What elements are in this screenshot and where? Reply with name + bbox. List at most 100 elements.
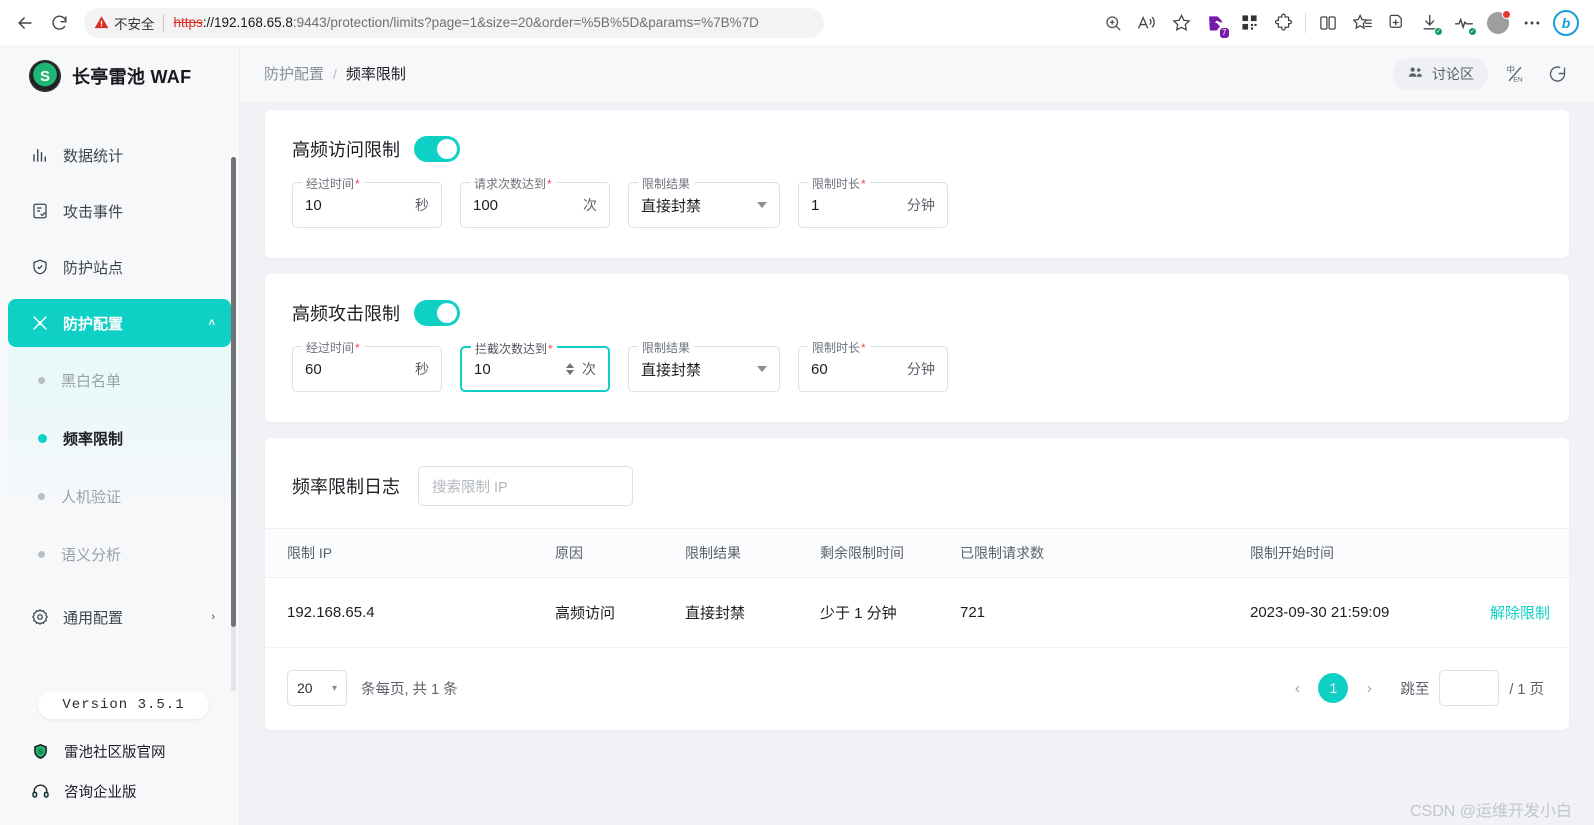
qr-code-icon[interactable]	[1233, 7, 1265, 39]
sidebar-item-attack-events[interactable]: 攻击事件	[8, 187, 231, 235]
sidebar-item-rate-limit[interactable]: 频率限制	[8, 409, 231, 467]
stepper-up-icon[interactable]	[566, 363, 574, 368]
field-label: 限制结果	[638, 339, 695, 356]
document-check-icon	[30, 202, 49, 221]
limit-result-select[interactable]: 限制结果 直接封禁	[628, 175, 780, 228]
search-ip-input[interactable]: 搜索限制 IP	[418, 466, 633, 506]
sidebar-item-data-statistics[interactable]: 数据统计	[8, 131, 231, 179]
ellipsis-icon[interactable]	[1516, 7, 1548, 39]
sidebar-item-label: 通用配置	[63, 609, 124, 627]
address-bar[interactable]: 不安全 https://192.168.65.8:9443/protection…	[84, 7, 824, 38]
chevron-down-icon: ▾	[331, 682, 337, 694]
back-arrow-icon[interactable]	[8, 6, 42, 40]
sidebar-item-label: 防护站点	[63, 259, 124, 277]
footer-link-label: 咨询企业版	[64, 784, 137, 801]
footer-link-enterprise-consult[interactable]: 咨询企业版	[0, 771, 239, 811]
favorites-icon[interactable]	[1346, 7, 1378, 39]
field-unit: 秒	[415, 197, 429, 213]
bullet-icon	[38, 492, 45, 500]
card-title: 高频访问限制	[292, 140, 400, 160]
sidebar-subitem-label: 频率限制	[63, 430, 124, 448]
copilot-icon[interactable]: b	[1550, 7, 1582, 39]
cell-remaining: 少于 1 分钟	[820, 577, 960, 648]
field-label: 经过时间*	[302, 175, 364, 192]
field-label: 限制时长*	[808, 339, 870, 356]
jump-to-input[interactable]	[1439, 670, 1500, 706]
breadcrumb-parent[interactable]: 防护配置	[264, 63, 324, 84]
app-root: S 长亭雷池 WAF 数据统计 攻击事件 防护站点 防护配置 ˄ 黑白名单 频率…	[0, 45, 1594, 825]
request-count-field[interactable]: 请求次数达到* 100 次	[460, 175, 610, 228]
page-number-1[interactable]: 1	[1318, 673, 1349, 703]
url-path: :9443/protection/limits?page=1&size=20&o…	[292, 15, 759, 30]
next-page-button[interactable]: ›	[1358, 680, 1380, 697]
sidebar-subitem-label: 人机验证	[61, 488, 122, 506]
number-stepper[interactable]: 次	[566, 359, 596, 379]
sidebar-submenu: 黑白名单 频率限制 人机验证 语义分析	[8, 347, 231, 585]
not-secure-warning-icon	[94, 15, 109, 30]
sidebar-item-protection-config[interactable]: 防护配置 ˄	[8, 299, 231, 347]
people-icon	[1407, 64, 1424, 84]
logout-icon[interactable]	[1542, 59, 1572, 89]
required-marker: *	[547, 177, 552, 191]
avatar[interactable]	[1482, 7, 1514, 39]
field-label: 请求次数达到*	[470, 175, 556, 192]
version-badge: Version 3.5.1	[38, 691, 209, 719]
limit-duration-field[interactable]: 限制时长* 60 分钟	[798, 339, 948, 392]
footer-link-community-site[interactable]: S 雷池社区版官网	[0, 731, 239, 771]
field-value: 直接封禁	[641, 197, 702, 215]
sidebar-item-human-verification[interactable]: 人机验证	[8, 467, 231, 525]
release-limit-link[interactable]: 解除限制	[1490, 605, 1550, 622]
brand[interactable]: S 长亭雷池 WAF	[0, 45, 239, 107]
card-fields: 经过时间* 60 秒 拦截次数达到* 10 次 限制结果 直接封禁 限制时长* …	[265, 326, 1569, 422]
url-protocol: https	[173, 15, 203, 30]
column-header-ip: 限制 IP	[265, 528, 555, 578]
prev-page-button[interactable]: ‹	[1286, 680, 1308, 697]
field-value: 100	[473, 196, 499, 214]
pagination-controls: ‹ 1 › 跳至 / 1 页	[1286, 670, 1544, 706]
performance-icon[interactable]: ✓	[1448, 7, 1480, 39]
sidebar-item-blacklist-whitelist[interactable]: 黑白名单	[8, 351, 231, 409]
reload-icon[interactable]	[42, 6, 76, 40]
zoom-in-icon[interactable]	[1097, 7, 1129, 39]
field-label: 拦截次数达到*	[471, 340, 557, 357]
cell-reason: 高频访问	[555, 577, 685, 648]
pagination: 20 ▾ 条每页, 共 1 条 ‹ 1 › 跳至 / 1 页	[265, 648, 1569, 730]
star-icon[interactable]	[1165, 7, 1197, 39]
sidebar-footer: Version 3.5.1 S 雷池社区版官网 咨询企业版	[0, 691, 239, 825]
table-row[interactable]: 192.168.65.4 高频访问 直接封禁 少于 1 分钟 721 2023-…	[265, 577, 1569, 648]
block-count-field[interactable]: 拦截次数达到* 10 次	[460, 340, 610, 392]
elapsed-time-field[interactable]: 经过时间* 60 秒	[292, 339, 442, 392]
language-toggle-icon[interactable]: 中 EN	[1500, 59, 1530, 89]
sidebar-item-general-config[interactable]: 通用配置 ›	[8, 593, 231, 641]
collections-badge-icon[interactable]: 7	[1199, 7, 1231, 39]
svg-text:中: 中	[1507, 64, 1515, 74]
stepper-down-icon[interactable]	[566, 370, 574, 375]
sidebar-item-semantic-analysis[interactable]: 语义分析	[8, 525, 231, 583]
enable-toggle[interactable]	[414, 300, 460, 326]
limit-duration-field[interactable]: 限制时长* 1 分钟	[798, 175, 948, 228]
add-collection-icon[interactable]	[1380, 7, 1412, 39]
elapsed-time-field[interactable]: 经过时间* 10 秒	[292, 175, 442, 228]
enable-toggle[interactable]	[414, 136, 460, 162]
log-header: 频率限制日志 搜索限制 IP	[265, 438, 1569, 528]
sidebar-scrollbar-thumb[interactable]	[231, 157, 236, 627]
browser-toolbar: 不安全 https://192.168.65.8:9443/protection…	[0, 0, 1594, 45]
stepper-arrows-icon[interactable]	[566, 363, 574, 375]
sidebar-subitem-label: 语义分析	[61, 546, 122, 564]
brand-logo-icon: S	[30, 61, 60, 91]
limit-result-select[interactable]: 限制结果 直接封禁	[628, 339, 780, 392]
read-aloud-icon[interactable]	[1131, 7, 1163, 39]
puzzle-icon[interactable]	[1267, 7, 1299, 39]
discussion-button[interactable]: 讨论区	[1393, 57, 1488, 90]
sidebar-item-protected-sites[interactable]: 防护站点	[8, 243, 231, 291]
downloads-icon[interactable]: ✓	[1414, 7, 1446, 39]
main-area: 防护配置 / 频率限制 讨论区 中 EN 高频访问限制 经过时间* 10 秒 请…	[240, 45, 1594, 825]
split-screen-icon[interactable]	[1312, 7, 1344, 39]
page-size-select[interactable]: 20 ▾	[287, 670, 347, 706]
field-value: 60	[811, 360, 828, 378]
not-secure-label: 不安全	[114, 16, 155, 32]
field-label: 限制时长*	[808, 175, 870, 192]
discussion-label: 讨论区	[1432, 65, 1474, 82]
total-pages-label: / 1 页	[1509, 681, 1544, 698]
required-marker: *	[861, 177, 866, 191]
